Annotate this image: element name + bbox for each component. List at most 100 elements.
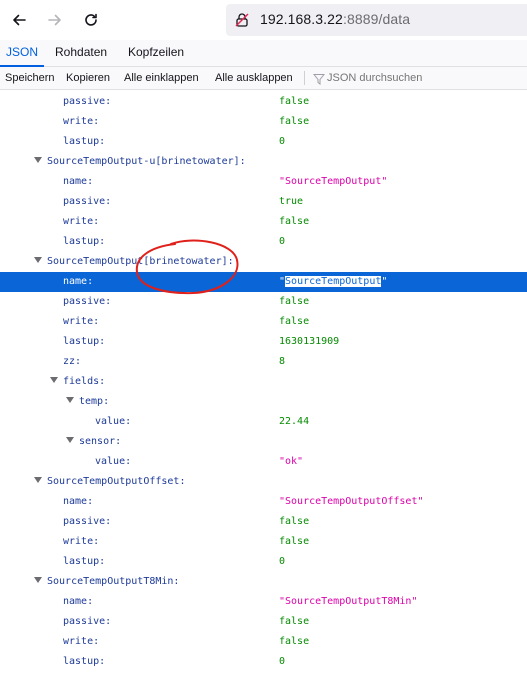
json-row-selected[interactable]: name: "SourceTempOutput": [0, 272, 527, 292]
json-object-row[interactable]: fields:: [0, 372, 527, 392]
json-key: value:: [95, 456, 132, 467]
url-host: 192.168.3.22: [260, 11, 343, 27]
tab-headers[interactable]: Kopfzeilen: [122, 40, 190, 66]
json-value: "SourceTempOutputT8Min": [279, 596, 418, 607]
filter-icon: [312, 72, 326, 85]
expand-triangle-icon[interactable]: [34, 257, 42, 263]
json-row[interactable]: lastup: 0: [0, 132, 527, 152]
toolbar-divider: [304, 71, 305, 85]
json-row[interactable]: value: "ok": [0, 452, 527, 472]
json-object-row[interactable]: temp:: [0, 392, 527, 412]
selected-text: SourceTempOutput: [285, 276, 382, 287]
expand-all-button[interactable]: Alle ausklappen: [215, 67, 293, 89]
json-row[interactable]: write: false: [0, 532, 527, 552]
json-value: 0: [279, 556, 286, 567]
json-value: "ok": [279, 456, 304, 467]
json-object-row[interactable]: SourceTempOutputOffset:: [0, 472, 527, 492]
json-key: lastup:: [63, 556, 106, 567]
expand-triangle-icon[interactable]: [66, 397, 74, 403]
json-key: name:: [63, 276, 94, 287]
tab-raw-data[interactable]: Rohdaten: [49, 40, 113, 66]
json-value: "SourceTempOutput": [279, 276, 388, 287]
json-key: sensor:: [79, 436, 122, 447]
json-object-row[interactable]: SourceTempOutput-u[brinetowater]:: [0, 152, 527, 172]
filter-json-input[interactable]: [327, 67, 517, 89]
json-value: true: [279, 196, 304, 207]
json-row[interactable]: passive: false: [0, 292, 527, 312]
json-value: false: [279, 636, 310, 647]
json-row[interactable]: zz: 8: [0, 352, 527, 372]
json-row[interactable]: passive: false: [0, 512, 527, 532]
json-value: false: [279, 116, 310, 127]
json-key: SourceTempOutputOffset:: [47, 476, 186, 487]
json-value: false: [279, 516, 310, 527]
json-row[interactable]: lastup: 0: [0, 652, 527, 672]
json-row[interactable]: write: false: [0, 212, 527, 232]
collapse-all-button[interactable]: Alle einklappen: [124, 67, 199, 89]
json-row[interactable]: name: "SourceTempOutput": [0, 172, 527, 192]
json-key: SourceTempOutput-u[brinetowater]:: [47, 156, 246, 167]
expand-triangle-icon[interactable]: [34, 477, 42, 483]
json-row[interactable]: lastup: 0: [0, 232, 527, 252]
json-row[interactable]: name: "SourceTempOutputOffset": [0, 492, 527, 512]
json-key: write:: [63, 316, 100, 327]
json-row[interactable]: write: false: [0, 312, 527, 332]
json-key: SourceTempOutput[brinetowater]:: [47, 256, 234, 267]
expand-triangle-icon[interactable]: [66, 437, 74, 443]
json-row[interactable]: name: "SourceTempOutputT8Min": [0, 592, 527, 612]
json-value: 8: [279, 356, 286, 367]
url-text[interactable]: 192.168.3.22:8889/data: [260, 11, 410, 27]
forward-arrow-icon[interactable]: [43, 8, 67, 32]
json-object-row[interactable]: SourceTempOutputT8Min:: [0, 572, 527, 592]
json-row[interactable]: passive: true: [0, 192, 527, 212]
json-value: false: [279, 296, 310, 307]
expand-triangle-icon[interactable]: [34, 577, 42, 583]
json-key: write:: [63, 536, 100, 547]
json-object-row[interactable]: SourceTempOutput[brinetowater]:: [0, 252, 527, 272]
insecure-lock-icon[interactable]: [234, 12, 250, 28]
expand-triangle-icon[interactable]: [34, 157, 42, 163]
json-key: zz:: [63, 356, 82, 367]
json-value: false: [279, 216, 310, 227]
reload-icon[interactable]: [79, 8, 103, 32]
json-key: passive:: [63, 516, 112, 527]
json-value: "SourceTempOutputOffset": [279, 496, 424, 507]
json-value: 0: [279, 136, 286, 147]
json-key: lastup:: [63, 136, 106, 147]
copy-button[interactable]: Kopieren: [66, 67, 110, 89]
json-key: write:: [63, 116, 100, 127]
json-key: temp:: [79, 396, 110, 407]
address-bar[interactable]: 192.168.3.22:8889/data: [226, 4, 527, 36]
json-row[interactable]: passive: false: [0, 612, 527, 632]
json-object-row[interactable]: sensor:: [0, 432, 527, 452]
json-key: name:: [63, 496, 94, 507]
json-key: lastup:: [63, 656, 106, 667]
json-key: lastup:: [63, 336, 106, 347]
json-row[interactable]: write: false: [0, 632, 527, 652]
json-value: false: [279, 96, 310, 107]
back-arrow-icon[interactable]: [7, 8, 31, 32]
json-value: 1630131909: [279, 336, 340, 347]
json-value: false: [279, 536, 310, 547]
json-value: false: [279, 616, 310, 627]
json-value: false: [279, 316, 310, 327]
json-row[interactable]: passive: false: [0, 92, 527, 112]
json-key: passive:: [63, 96, 112, 107]
json-key: write:: [63, 216, 100, 227]
json-row[interactable]: value: 22.44: [0, 412, 527, 432]
expand-triangle-icon[interactable]: [50, 377, 58, 383]
json-row[interactable]: write: false: [0, 112, 527, 132]
save-button[interactable]: Speichern: [5, 67, 55, 89]
viewer-tab-bar: JSON Rohdaten Kopfzeilen: [0, 40, 527, 67]
url-port-path: :8889/data: [342, 11, 411, 27]
json-key: write:: [63, 636, 100, 647]
json-key: lastup:: [63, 236, 106, 247]
json-key: passive:: [63, 616, 112, 627]
json-key: name:: [63, 176, 94, 187]
json-row[interactable]: lastup: 0: [0, 552, 527, 572]
json-key: fields:: [63, 376, 106, 387]
json-value: "SourceTempOutput": [279, 176, 388, 187]
json-row[interactable]: lastup: 1630131909: [0, 332, 527, 352]
json-value: 0: [279, 236, 286, 247]
tab-json[interactable]: JSON: [0, 40, 45, 67]
